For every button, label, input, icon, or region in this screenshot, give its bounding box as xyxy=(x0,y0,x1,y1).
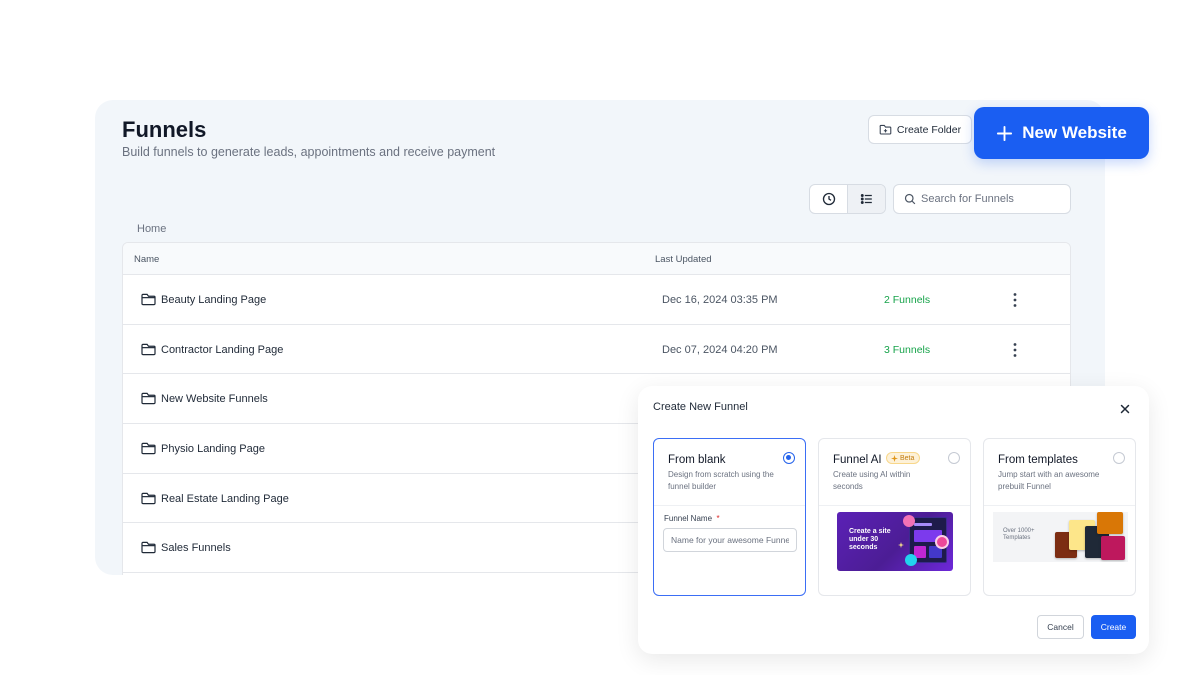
row-name: Beauty Landing Page xyxy=(161,294,267,306)
column-header-name: Name xyxy=(134,254,160,265)
table-row[interactable]: Beauty Landing Page Dec 16, 2024 03:35 P… xyxy=(123,275,1070,325)
create-folder-label: Create Folder xyxy=(896,123,962,136)
row-funnel-count[interactable]: 3 Funnels xyxy=(884,344,930,356)
templates-preview-text: Over 1000+ Templates xyxy=(1003,528,1035,541)
row-name: Physio Landing Page xyxy=(161,443,265,456)
option-from-templates[interactable]: From templates Jump start with an awesom… xyxy=(983,438,1136,596)
option-divider xyxy=(654,505,805,506)
create-button[interactable]: Create xyxy=(1091,615,1136,639)
funnel-name-label: Funnel Name * xyxy=(664,514,720,523)
option-description: Jump start with an awesome prebuilt Funn… xyxy=(998,470,1100,491)
create-folder-button[interactable]: Create Folder xyxy=(868,115,972,144)
more-options-icon[interactable] xyxy=(1008,341,1022,359)
search-icon xyxy=(904,193,916,205)
pink-bubble-icon xyxy=(935,535,949,549)
new-website-button[interactable]: New Website xyxy=(974,107,1149,159)
column-header-last-updated: Last Updated xyxy=(655,254,712,265)
search-box xyxy=(893,184,1071,214)
new-website-label: New Website xyxy=(1022,123,1127,142)
funnel-ai-preview-text: Create a site under 30 seconds xyxy=(849,528,891,551)
page-title: Funnels xyxy=(122,117,207,142)
folder-plus-icon xyxy=(879,124,892,135)
clock-icon xyxy=(822,192,835,206)
plus-icon xyxy=(997,125,1013,141)
row-name: Real Estate Landing Page xyxy=(161,492,289,505)
template-tile xyxy=(1097,512,1123,534)
option-title: Funnel AI xyxy=(833,454,882,466)
beta-label: Beta xyxy=(900,454,915,462)
folder-icon xyxy=(141,542,156,554)
option-title: From templates xyxy=(998,454,1078,466)
page-subtitle: Build funnels to generate leads, appoint… xyxy=(122,145,496,159)
search-input[interactable] xyxy=(921,193,1070,205)
folder-icon xyxy=(141,393,156,405)
cyan-bubble-icon xyxy=(905,554,917,566)
cancel-button[interactable]: Cancel xyxy=(1037,615,1084,639)
sparkle-icon xyxy=(891,454,898,462)
option-divider xyxy=(819,505,970,506)
create-funnel-modal: Create New Funnel From blank Design from… xyxy=(638,386,1149,654)
templates-preview-image: Over 1000+ Templates xyxy=(993,512,1128,562)
row-last-updated: Dec 16, 2024 03:35 PM xyxy=(662,294,778,306)
row-name: Contractor Landing Page xyxy=(161,343,284,356)
list-icon xyxy=(860,194,872,204)
row-name: New Website Funnels xyxy=(161,393,268,406)
view-toggle xyxy=(809,184,886,214)
folder-icon xyxy=(141,492,156,504)
more-options-icon[interactable] xyxy=(1008,291,1022,309)
table-header: Name Last Updated xyxy=(123,243,1070,275)
recent-view-button[interactable] xyxy=(810,185,847,213)
folder-icon xyxy=(141,442,156,455)
row-name: Sales Funnels xyxy=(161,542,231,555)
option-radio[interactable] xyxy=(948,452,960,464)
row-funnel-count[interactable]: 2 Funnels xyxy=(884,294,930,306)
option-funnel-ai[interactable]: Funnel AI Beta Create using AI within se… xyxy=(818,438,971,596)
beta-badge: Beta xyxy=(886,452,921,464)
modal-title: Create New Funnel xyxy=(653,401,748,413)
table-row[interactable]: Contractor Landing Page Dec 07, 2024 04:… xyxy=(123,325,1070,375)
list-view-button[interactable] xyxy=(847,185,885,213)
folder-icon xyxy=(141,293,156,306)
pink-bubble-icon xyxy=(903,515,915,527)
funnel-ai-preview-image: Create a site under 30 seconds xyxy=(837,512,953,571)
option-description: Create using AI within seconds xyxy=(833,470,911,491)
option-radio[interactable] xyxy=(1113,452,1125,464)
funnel-name-input[interactable] xyxy=(663,528,797,552)
close-icon[interactable] xyxy=(1118,402,1132,416)
template-tile xyxy=(1101,536,1125,560)
option-radio[interactable] xyxy=(783,452,795,464)
folder-icon xyxy=(141,343,156,355)
option-title: From blank xyxy=(668,454,726,466)
sparkle-icon xyxy=(898,542,904,548)
row-last-updated: Dec 07, 2024 04:20 PM xyxy=(662,343,778,356)
breadcrumb[interactable]: Home xyxy=(137,223,166,235)
option-description: Design from scratch using the funnel bui… xyxy=(668,470,774,491)
option-from-blank[interactable]: From blank Design from scratch using the… xyxy=(653,438,806,596)
option-divider xyxy=(984,505,1135,506)
